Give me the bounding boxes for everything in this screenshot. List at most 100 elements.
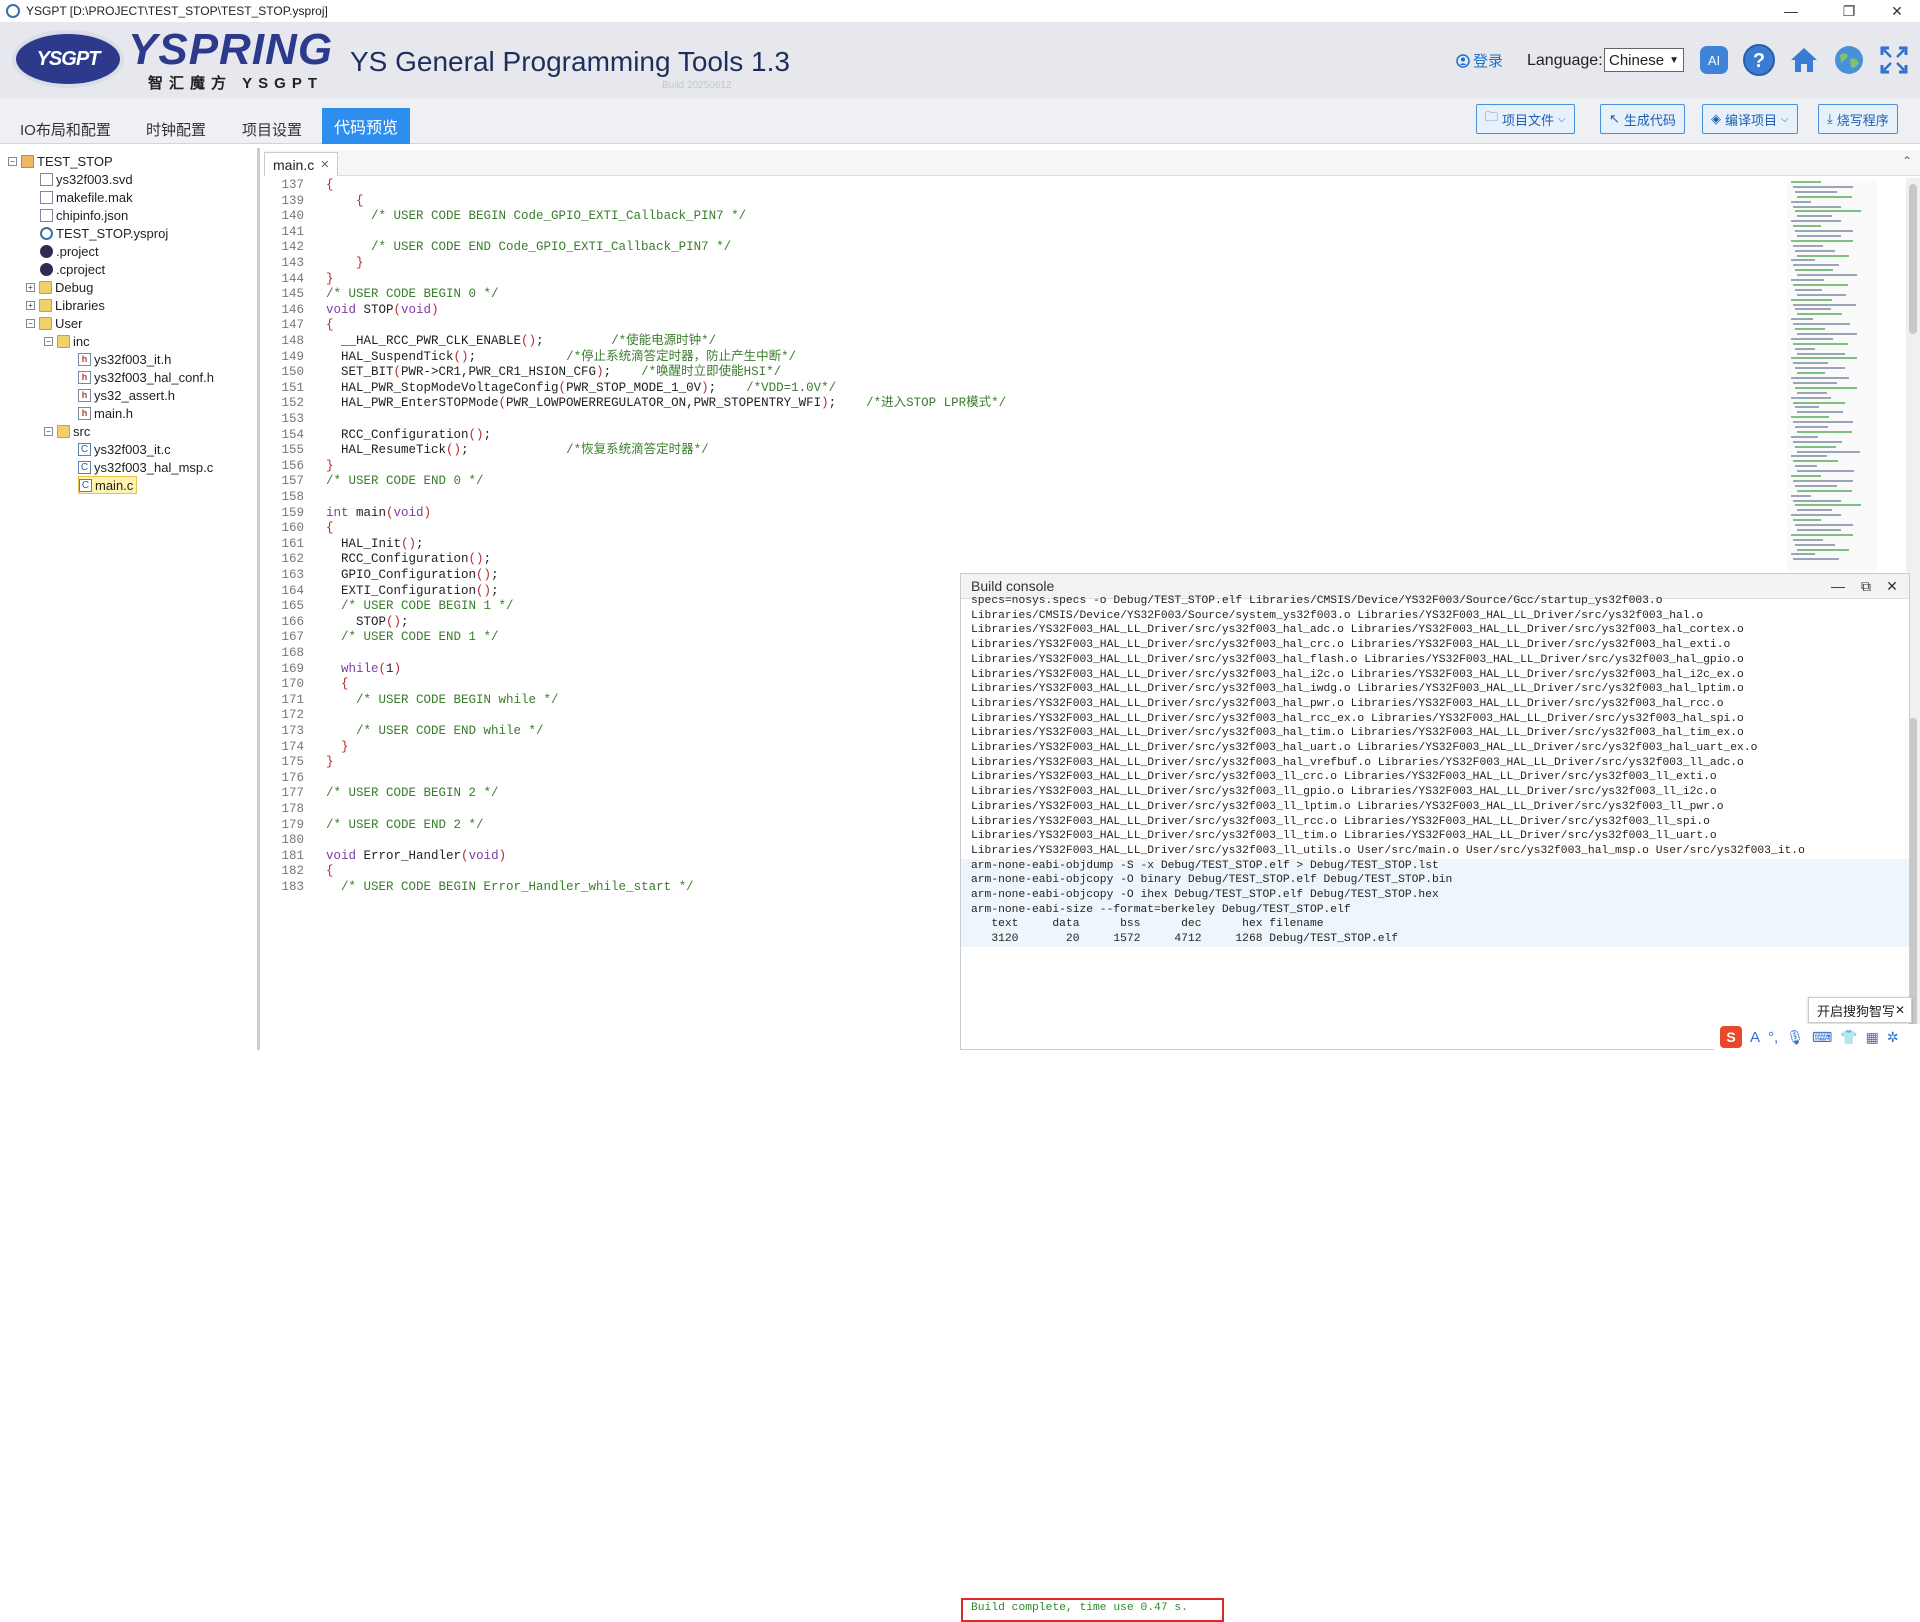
flash-program-button[interactable]: ⤓ 烧写程序 [1818,104,1898,134]
eclipse-file-icon [40,262,53,276]
expand-icon[interactable]: + [26,282,35,292]
font-a-icon[interactable]: A [1750,1029,1760,1046]
code-line[interactable]: void Error_Handler(void) [326,847,506,866]
close-button[interactable]: ✕ [1876,0,1918,22]
minimize-button[interactable]: — [1770,0,1812,22]
tree-node-ysproj[interactable]: TEST_STOP.ysproj [40,224,168,242]
sogou-icon[interactable]: S [1720,1026,1742,1048]
globe-icon[interactable] [1831,42,1867,78]
collapse-icon[interactable]: − [26,318,35,328]
tree-label: src [73,423,91,439]
expand-icon[interactable]: + [26,300,35,310]
logo-subtitle: 智汇魔方 YSGPT [148,75,324,92]
tree-node-main-h[interactable]: h main.h [78,404,133,422]
close-panel-icon[interactable]: ✕ [1883,577,1901,595]
console-line: Libraries/YS32F003_HAL_LL_Driver/src/ys3… [971,815,1710,828]
tree-node-svd[interactable]: ys32f003.svd [40,170,133,188]
code-line[interactable]: /* USER CODE END 0 */ [326,472,484,491]
build-status-highlight: Build complete, time use 0.47 s. [961,1598,1224,1622]
code-line[interactable]: /* USER CODE BEGIN Code_GPIO_EXTI_Callba… [326,207,746,226]
ime-popup-close-icon[interactable]: ✕ [1895,1003,1905,1017]
header-file-icon: h [78,370,91,384]
minimap-line [1797,332,1857,335]
collapse-icon[interactable]: − [44,336,53,346]
collapse-icon[interactable]: − [44,426,53,436]
tree-label: ys32f003_it.h [94,351,172,367]
tree-node-assert-h[interactable]: h ys32_assert.h [78,386,175,404]
code-line[interactable]: /* USER CODE BEGIN while */ [326,691,559,710]
close-tab-icon[interactable]: ✕ [320,158,329,171]
home-icon[interactable] [1786,42,1822,78]
tree-node-hal-msp-c[interactable]: Cys32f003_hal_msp.c [78,458,213,476]
ime-popup[interactable]: 开启搜狗智写 ✕ [1808,997,1912,1023]
tab-io-layout[interactable]: IO布局和配置 [10,114,121,144]
collapse-up-icon[interactable]: ⌃ [1902,154,1912,168]
tree-node-hal-conf-h[interactable]: h ys32f003_hal_conf.h [78,368,214,386]
folder-icon [39,298,52,312]
minimap-line [1791,416,1829,419]
maximize-button[interactable]: ❐ [1828,0,1870,22]
code-line[interactable]: int main(void) [326,504,431,523]
login-link[interactable]: 登录 [1456,50,1503,71]
tab-clock-config[interactable]: 时钟配置 [136,114,216,144]
grid-icon[interactable]: ▦ [1866,1029,1879,1046]
scrollbar-thumb-lower[interactable] [1909,718,1917,1038]
shirt-icon[interactable]: 👕 [1840,1029,1857,1046]
tab-code-preview[interactable]: 代码预览 [322,108,411,144]
scrollbar-thumb[interactable] [1909,184,1917,334]
compile-project-button[interactable]: ◈ 编译项目 ⌵ [1702,104,1798,134]
minimap-line [1797,509,1832,512]
code-line[interactable]: HAL_PWR_EnterSTOPMode(PWR_LOWPOWERREGULA… [326,394,1006,413]
code-line[interactable]: /* USER CODE BEGIN Error_Handler_while_s… [326,878,694,897]
code-line[interactable]: HAL_ResumeTick(); /*恢复系统滴答定时器*/ [326,441,709,460]
tree-label: ys32f003_hal_conf.h [94,369,214,385]
tab-project-settings[interactable]: 项目设置 [232,114,312,144]
tree-node-debug[interactable]: + Debug [26,278,93,296]
keyboard-icon[interactable]: ⌨ [1812,1029,1832,1046]
folder-open-icon [57,334,70,348]
language-select[interactable]: Chinese ▼ [1604,48,1684,72]
minimap-line [1795,288,1822,291]
maximize-panel-icon[interactable]: ⧉ [1857,577,1875,595]
minimap-line [1791,337,1833,340]
tree-node-root[interactable]: − TEST_STOP [8,152,113,170]
generate-code-button[interactable]: ↖ 生成代码 [1600,104,1685,134]
code-line[interactable]: } [326,753,334,772]
tree-label: .project [56,243,99,259]
code-line[interactable]: /* USER CODE END while */ [326,722,544,741]
tree-node-it-c[interactable]: Cys32f003_it.c [78,440,171,458]
punctuation-icon[interactable]: °, [1768,1029,1778,1046]
code-line[interactable]: /* USER CODE END 2 */ [326,816,484,835]
code-line[interactable]: /* USER CODE BEGIN 2 */ [326,784,499,803]
tree-node-inc[interactable]: − inc [44,332,90,350]
tree-node-makefile[interactable]: makefile.mak [40,188,133,206]
settings-icon[interactable]: ✲ [1887,1029,1899,1046]
tree-node-chipinfo[interactable]: chipinfo.json [40,206,128,224]
code-minimap[interactable] [1787,181,1877,571]
code-line[interactable]: void STOP(void) [326,301,439,320]
editor-tab-main-c[interactable]: main.c ✕ [264,152,339,176]
minimap-line [1791,377,1849,379]
tree-node-libraries[interactable]: + Libraries [26,296,105,314]
file-icon [40,208,53,222]
help-icon[interactable]: ? [1741,42,1777,78]
tree-node-src[interactable]: − src [44,422,90,440]
code-line[interactable]: /* USER CODE END Code_GPIO_EXTI_Callback… [326,238,731,257]
project-files-button[interactable]: 🗀 项目文件 ⌵ [1476,104,1575,134]
tree-node-it-h[interactable]: h ys32f003_it.h [78,350,171,368]
microphone-icon[interactable]: 🎙 [1786,1029,1804,1046]
minimap-line [1797,548,1849,551]
minimize-panel-icon[interactable]: — [1829,577,1847,595]
tree-node-main-c[interactable]: Cmain.c [78,476,138,494]
tree-node-project[interactable]: .project [40,242,99,260]
ai-icon[interactable]: AI [1696,42,1732,78]
build-console-output[interactable]: specs=nosys.specs -o Debug/TEST_STOP.elf… [961,595,1909,1049]
fullscreen-icon[interactable] [1876,42,1912,78]
minimap-line [1795,406,1819,409]
console-line: Libraries/YS32F003_HAL_LL_Driver/src/ys3… [971,727,1744,740]
app-title: YS General Programming Tools 1.3 [350,46,790,77]
tree-node-cproject[interactable]: .cproject [40,260,105,278]
collapse-icon[interactable]: − [8,156,17,166]
code-line[interactable]: /* USER CODE END 1 */ [326,628,499,647]
tree-node-user[interactable]: − User [26,314,82,332]
